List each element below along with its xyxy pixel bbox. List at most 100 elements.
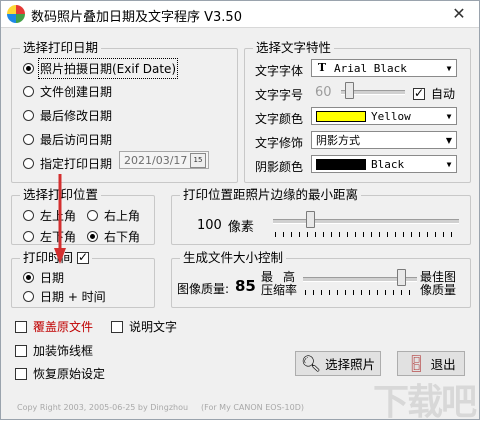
radio-last-accessed[interactable]: 最后访问日期 [23, 131, 112, 148]
decoration-value: 阴影方式 [316, 134, 360, 147]
print-time-checkbox[interactable] [77, 250, 90, 264]
size-slider-thumb[interactable] [345, 82, 354, 99]
shadow-value: Black [371, 157, 405, 171]
shadow-swatch [316, 158, 366, 170]
radio-label: 右下角 [104, 230, 141, 244]
checkbox[interactable] [15, 367, 27, 380]
caption-checkbox[interactable]: 说明文字 [111, 318, 177, 335]
radio-button[interactable] [23, 86, 34, 97]
text-props-title: 选择文字特性 [253, 40, 335, 56]
checkbox-label: 说明文字 [129, 320, 178, 334]
color-label: 文字颜色 [255, 112, 304, 126]
specified-date-field[interactable]: 2021/03/17 15 [119, 151, 209, 169]
font-label: 文字字体 [255, 64, 304, 78]
radio-button[interactable] [87, 210, 98, 221]
shadow-color-select[interactable]: Black ▼ [311, 155, 457, 173]
radio-button[interactable] [23, 272, 34, 283]
restore-checkbox[interactable]: 恢复原始设定 [15, 365, 105, 382]
magnifier-icon: 🔍︎ [300, 354, 322, 373]
compression-label: 最高 压缩率 [261, 271, 297, 297]
decoration-select[interactable]: 阴影方式 ▼ [311, 131, 457, 149]
watermark-logo: 下载吧 [372, 382, 477, 423]
color-swatch [316, 110, 366, 122]
radio-button[interactable] [23, 158, 34, 169]
best-quality-label: 最佳图 像质量 [420, 271, 456, 297]
radio-top-right[interactable]: 右上角 [87, 207, 140, 224]
text-color-select[interactable]: Yellow ▼ [311, 107, 457, 125]
low-top-label: 最 [261, 270, 274, 284]
checkbox-label: 覆盖原文件 [33, 320, 94, 334]
checkbox-label: 加装饰线框 [33, 344, 94, 358]
app-window: 数码照片叠加日期及文字程序 V3.50 ✕ 选择打印日期 照片拍摄日期(Exif… [0, 0, 480, 423]
chevron-down-icon[interactable]: ▼ [441, 156, 456, 172]
exit-door-icon: 🚪︎ [406, 354, 427, 373]
radio-file-created[interactable]: 文件创建日期 [23, 83, 112, 100]
size-label: 文字字号 [255, 88, 304, 102]
select-photo-button[interactable]: 🔍︎ 选择照片 [295, 351, 381, 376]
auto-size-checkbox[interactable]: 自动 [413, 85, 455, 102]
margin-title: 打印位置距照片边缘的最小距离 [180, 187, 362, 203]
footer-copyright: Copy Right 2003, 2005-06-25 by Dingzhou [17, 403, 189, 412]
radio-top-left[interactable]: 左上角 [23, 207, 76, 224]
font-value: Arial Black [334, 61, 407, 75]
radio-label: 文件创建日期 [40, 85, 113, 99]
size-control-title: 生成文件大小控制 [180, 250, 287, 266]
quality-slider-thumb[interactable] [397, 269, 406, 286]
checkbox[interactable] [15, 320, 27, 333]
quality-label: 图像质量: [177, 282, 230, 296]
print-date-title: 选择打印日期 [20, 40, 102, 56]
high-top-label: 高 [283, 270, 296, 284]
red-arrow-annotation [54, 174, 66, 264]
font-select[interactable]: T Arial Black ▼ [311, 59, 457, 77]
window-title: 数码照片叠加日期及文字程序 V3.50 [31, 10, 242, 25]
exit-label: 退出 [430, 357, 456, 372]
radio-button[interactable] [23, 210, 34, 221]
margin-value: 100 [197, 218, 222, 233]
radio-button[interactable] [23, 134, 34, 145]
size-value: 60 [315, 85, 332, 100]
radio-exif-date[interactable]: 照片拍摄日期(Exif Date) [23, 58, 179, 79]
radio-label: 最后修改日期 [40, 109, 113, 123]
chevron-down-icon[interactable]: ▼ [441, 60, 456, 76]
chevron-down-icon[interactable]: ▼ [441, 108, 456, 124]
radio-date-only[interactable]: 日期 [23, 269, 64, 286]
radio-label: 照片拍摄日期(Exif Date) [37, 58, 179, 79]
radio-specified-date[interactable]: 指定打印日期 [23, 155, 112, 172]
border-checkbox[interactable]: 加装饰线框 [15, 342, 93, 359]
radio-date-time[interactable]: 日期 + 时间 [23, 288, 106, 305]
radio-label: 日期 + 时间 [40, 290, 106, 304]
checkbox[interactable] [413, 86, 425, 100]
quality-value: 85 [235, 277, 256, 295]
chevron-down-icon[interactable]: ▼ [441, 132, 456, 148]
select-photo-label: 选择照片 [325, 357, 376, 372]
footer: Copy Right 2003, 2005-06-25 by Dingzhou … [1, 403, 479, 417]
decor-label: 文字修饰 [255, 136, 304, 150]
overwrite-checkbox[interactable]: 覆盖原文件 [15, 318, 93, 335]
close-icon[interactable]: ✕ [445, 3, 473, 25]
margin-readout: 100 像素 [197, 216, 254, 235]
date-value: 2021/03/17 [124, 153, 188, 167]
footer-model: (For My CANON EOS-10D) [201, 403, 304, 412]
margin-slider-ticks [275, 232, 459, 237]
margin-slider-track [273, 219, 459, 224]
checkbox[interactable] [15, 344, 27, 357]
color-value: Yellow [371, 109, 411, 123]
radio-label: 右上角 [104, 209, 141, 223]
radio-button[interactable] [87, 231, 98, 242]
checkbox[interactable] [111, 320, 123, 333]
checkbox-label: 自动 [431, 87, 456, 101]
margin-slider-thumb[interactable] [306, 211, 315, 228]
radio-bottom-left[interactable]: 左下角 [23, 228, 76, 245]
radio-last-modified[interactable]: 最后修改日期 [23, 107, 112, 124]
compression-rate-label: 压缩率 [261, 283, 298, 297]
radio-button[interactable] [23, 231, 34, 242]
radio-bottom-right[interactable]: 右下角 [87, 228, 140, 245]
margin-unit: 像素 [227, 220, 254, 235]
title-bar: 数码照片叠加日期及文字程序 V3.50 ✕ [1, 1, 479, 28]
radio-button[interactable] [23, 110, 34, 121]
radio-button[interactable] [23, 291, 34, 302]
best-bottom-label: 像质量 [420, 283, 457, 297]
radio-button[interactable] [23, 63, 34, 74]
calendar-icon[interactable]: 15 [190, 152, 206, 168]
app-logo-icon [7, 5, 25, 23]
